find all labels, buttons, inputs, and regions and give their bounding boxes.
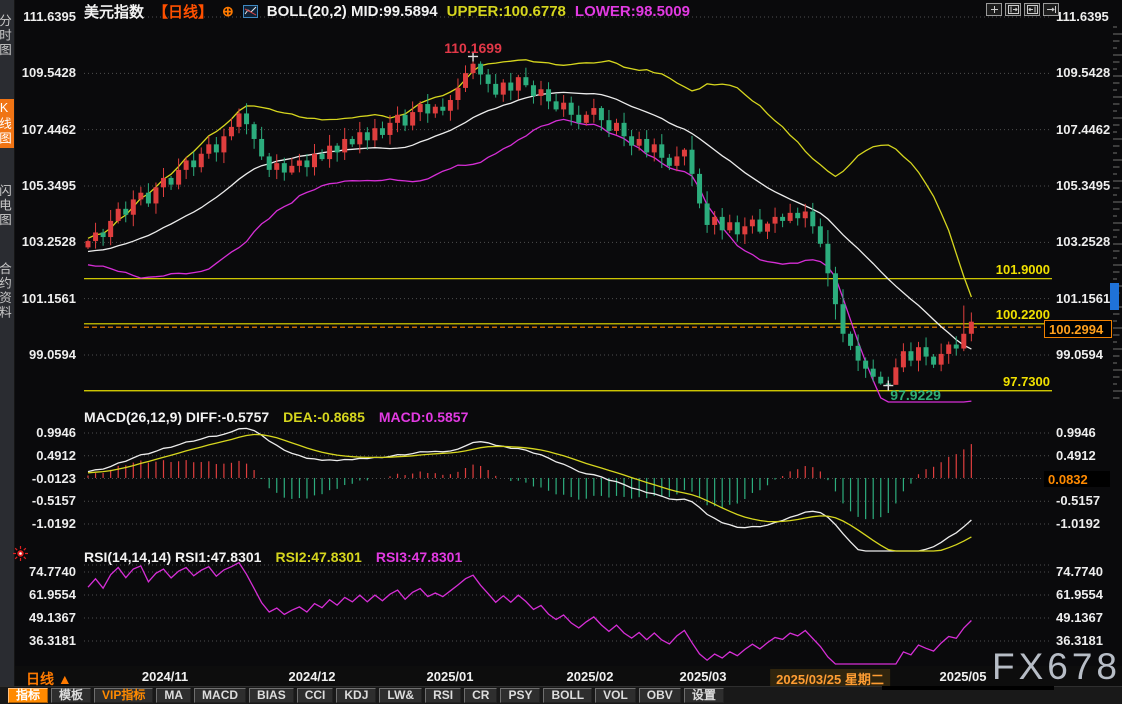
- axis-label-right: -1.0192: [1056, 516, 1100, 531]
- axis-label-left: 99.0594: [6, 347, 76, 362]
- boll-readout: BOLL(20,2) MID:99.5894: [267, 3, 438, 20]
- toolbar-button-KDJ[interactable]: KDJ: [336, 688, 376, 703]
- sidebar-tab-2[interactable]: K线图: [0, 99, 14, 148]
- axis-label-right: 99.0594: [1056, 347, 1103, 362]
- toolbar-button-VOL[interactable]: VOL: [595, 688, 636, 703]
- toolbar-button-指标[interactable]: 指标: [8, 688, 48, 703]
- date-tick-label: 2025/05: [940, 669, 987, 684]
- chart-header: 美元指数 【日线】 ⊕ BOLL(20,2) MID:99.5894 UPPER…: [84, 1, 690, 22]
- add-indicator-icon[interactable]: ⊕: [222, 3, 234, 20]
- shift-right-icon[interactable]: [1024, 3, 1040, 16]
- scrollbar-horizontal[interactable]: [882, 686, 1054, 690]
- axis-label-right: 61.9554: [1056, 587, 1103, 602]
- axis-label-left: 61.9554: [6, 587, 76, 602]
- rsi3-readout: RSI3:47.8301: [376, 549, 462, 565]
- axis-label-left: 111.6395: [6, 9, 76, 24]
- toolbar-button-LW&[interactable]: LW&: [379, 688, 422, 703]
- axis-label-left: 36.3181: [6, 633, 76, 648]
- toolbar-button-设置[interactable]: 设置: [684, 688, 724, 703]
- chart-type-sidebar: 分时图 K线图闪电图合约资料: [0, 0, 15, 704]
- trading-terminal: 分时图 K线图闪电图合约资料 美元指数 【日线】 ⊕ BOLL(20,2) MID…: [0, 0, 1122, 704]
- sidebar-tab-4[interactable]: 合约资料: [0, 260, 14, 322]
- axis-label-left: 0.4912: [6, 448, 76, 463]
- symbol-title: 美元指数: [84, 1, 144, 22]
- sidebar-tab-1[interactable]: 分时图: [0, 12, 14, 60]
- axis-label-left: 103.2528: [6, 234, 76, 249]
- axis-label-left: 49.1367: [6, 610, 76, 625]
- rsi1-readout: RSI(14,14,14) RSI1:47.8301: [84, 549, 261, 565]
- toolbar-button-BIAS[interactable]: BIAS: [249, 688, 294, 703]
- macd-header: MACD(26,12,9) DIFF:-0.5757 DEA:-0.8685 M…: [84, 409, 468, 425]
- chart-canvas[interactable]: [0, 0, 1122, 704]
- level-price-label: 97.7300: [958, 374, 1050, 389]
- rsi2-readout: RSI2:47.8301: [275, 549, 361, 565]
- boll-lower-readout: LOWER:98.5009: [575, 3, 690, 20]
- toolbar-button-RSI[interactable]: RSI: [425, 688, 461, 703]
- date-tick-label: 2024/11: [142, 669, 188, 684]
- toolbar-button-OBV[interactable]: OBV: [639, 688, 681, 703]
- chart-window-controls: [986, 3, 1059, 16]
- axis-label-left: 109.5428: [6, 65, 76, 80]
- toolbar-button-模板[interactable]: 模板: [51, 688, 91, 703]
- level-price-label: 100.2200: [958, 307, 1050, 322]
- toolbar-button-MA[interactable]: MA: [156, 688, 191, 703]
- toolbar-button-BOLL[interactable]: BOLL: [543, 688, 592, 703]
- rsi-header: RSI(14,14,14) RSI1:47.8301 RSI2:47.8301 …: [84, 549, 462, 565]
- axis-label-right: 109.5428: [1056, 65, 1110, 80]
- axis-label-left: -0.0123: [6, 471, 76, 486]
- current-price-badge: 100.2994: [1044, 320, 1112, 338]
- sidebar-tab-3[interactable]: 闪电图: [0, 182, 14, 230]
- toolbar-button-VIP指标[interactable]: VIP指标: [94, 688, 153, 703]
- axis-label-left: -1.0192: [6, 516, 76, 531]
- date-tick-label: 2025/02: [567, 669, 614, 684]
- low-price-annotation: 97.9229: [890, 387, 941, 403]
- level-price-label: 101.9000: [958, 262, 1050, 277]
- expand-right-icon[interactable]: [1043, 3, 1059, 16]
- macd-hist-readout: MACD:0.5857: [379, 409, 468, 425]
- axis-label-right: -0.5157: [1056, 493, 1100, 508]
- date-tick-label: 2025/03: [680, 669, 727, 684]
- axis-label-left: -0.5157: [6, 493, 76, 508]
- pan-icon[interactable]: [986, 3, 1002, 16]
- toolbar-button-MACD[interactable]: MACD: [194, 688, 246, 703]
- axis-label-right: 103.2528: [1056, 234, 1110, 249]
- chevron-up-icon: ▲: [58, 671, 72, 687]
- macd-diff-readout: MACD(26,12,9) DIFF:-0.5757: [84, 409, 269, 425]
- axis-label-right: 49.1367: [1056, 610, 1103, 625]
- toolbar-button-CCI[interactable]: CCI: [297, 688, 334, 703]
- axis-label-right: 105.3495: [1056, 178, 1110, 193]
- axis-label-left: 0.9946: [6, 425, 76, 440]
- period-badge: 【日线】: [153, 1, 213, 22]
- axis-label-left: 74.7740: [6, 564, 76, 579]
- scroll-thumb-vertical[interactable]: [1110, 283, 1119, 310]
- axis-label-right: 74.7740: [1056, 564, 1103, 579]
- date-tick-label: 2024/12: [289, 669, 336, 684]
- axis-label-right: 0.9946: [1056, 425, 1096, 440]
- date-tick-label: 2025/01: [427, 669, 474, 684]
- boll-upper-readout: UPPER:100.6778: [447, 3, 566, 20]
- axis-label-right: 111.6395: [1056, 9, 1109, 24]
- high-price-annotation: 110.1699: [433, 40, 513, 56]
- chart-style-icon[interactable]: [243, 5, 258, 18]
- axis-label-left: 105.3495: [6, 178, 76, 193]
- alert-icon[interactable]: [13, 546, 28, 561]
- macd-dea-readout: DEA:-0.8685: [283, 409, 365, 425]
- toolbar-button-PSY[interactable]: PSY: [500, 688, 540, 703]
- toolbar-button-CR[interactable]: CR: [464, 688, 497, 703]
- watermark: FX678: [992, 646, 1121, 688]
- shift-left-icon[interactable]: [1005, 3, 1021, 16]
- axis-label-right: 107.4462: [1056, 122, 1110, 137]
- macd-current-badge: 0.0832: [1044, 471, 1110, 487]
- axis-label-left: 107.4462: [6, 122, 76, 137]
- axis-label-left: 101.1561: [6, 291, 76, 306]
- axis-label-right: 101.1561: [1056, 291, 1110, 306]
- axis-label-right: 0.4912: [1056, 448, 1096, 463]
